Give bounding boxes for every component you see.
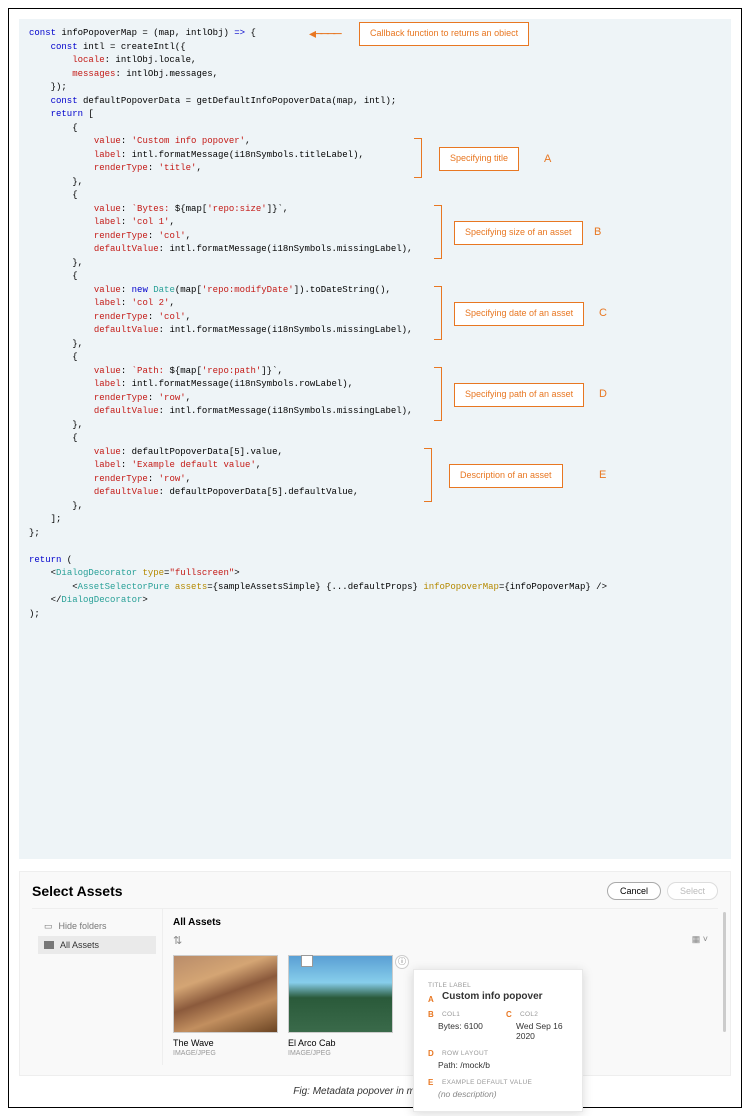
checkbox-icon[interactable] — [301, 955, 313, 967]
code-block: const infoPopoverMap = (map, intlObj) =>… — [19, 19, 731, 859]
figure-caption: Fig: Metadata popover in modal view — [19, 1086, 731, 1097]
asset-name: El Arco Cab — [288, 1038, 393, 1048]
letter-b: B — [594, 224, 601, 241]
letter-d: D — [599, 386, 607, 403]
asset-card[interactable]: El Arco Cab IMAGE/JPEG — [288, 955, 393, 1057]
folder-icon — [44, 941, 54, 949]
document-frame: const infoPopoverMap = (map, intlObj) =>… — [8, 8, 742, 1108]
modal-title: Select Assets — [32, 883, 123, 899]
sidebar-item-all-assets[interactable]: All Assets — [38, 936, 156, 954]
annotation-d: Specifying path of an asset — [454, 383, 584, 407]
info-icon[interactable]: ⓘ — [395, 955, 409, 969]
popover-row-value: Path: /mock/b — [438, 1060, 568, 1070]
popover-example-value: (no description) — [438, 1089, 568, 1099]
annotation-callback: Callback function to returns an obiect — [359, 22, 529, 46]
popover-col1-value: Bytes: 6100 — [438, 1021, 490, 1031]
annotation-c: Specifying date of an asset — [454, 302, 584, 326]
main-panel: All Assets ⇅ ▦ ˅ The Wave IMAGE/JPEG El … — [162, 909, 718, 1065]
rail-icon: ▭ — [44, 921, 53, 932]
popover-col1-label: COL1 — [442, 1011, 460, 1018]
scrollbar[interactable] — [723, 912, 726, 1032]
view-toggle-icon[interactable]: ▦ ˅ — [692, 934, 708, 947]
arrow-icon: ◂──── — [309, 25, 340, 46]
asset-type: IMAGE/JPEG — [288, 1050, 393, 1057]
popover-title: Custom info popover — [442, 991, 543, 1002]
select-button[interactable]: Select — [667, 882, 718, 900]
popover-title-label: TITLE LABEL — [428, 982, 568, 989]
asset-name: The Wave — [173, 1038, 278, 1048]
letter-a: A — [544, 151, 551, 168]
bracket-d — [434, 367, 442, 421]
asset-card[interactable]: The Wave IMAGE/JPEG — [173, 955, 278, 1057]
asset-thumbnail — [173, 955, 278, 1033]
sidebar: ▭Hide folders All Assets — [32, 909, 162, 1065]
bracket-c — [434, 286, 442, 340]
breadcrumb: All Assets — [173, 917, 708, 928]
bracket-b — [434, 205, 442, 259]
popover-row-label: ROW LAYOUT — [442, 1050, 488, 1057]
sort-icon[interactable]: ⇅ — [173, 934, 182, 947]
popover-col2-value: Wed Sep 16 2020 — [516, 1021, 568, 1041]
asset-selector-modal: Select Assets Cancel Select ▭Hide folder… — [19, 871, 731, 1076]
popover-col2-label: COL2 — [520, 1011, 538, 1018]
marker-b: B — [428, 1010, 438, 1019]
letter-e: E — [599, 467, 606, 484]
annotation-e: Description of an asset — [449, 464, 563, 488]
hide-folders-toggle[interactable]: ▭Hide folders — [38, 917, 156, 936]
letter-c: C — [599, 305, 607, 322]
cancel-button[interactable]: Cancel — [607, 882, 661, 900]
bracket-e — [424, 448, 432, 502]
info-popover: TITLE LABEL A Custom info popover B COL1 B… — [413, 969, 583, 1112]
annotation-b: Specifying size of an asset — [454, 221, 583, 245]
marker-c: C — [506, 1010, 516, 1019]
popover-example-label: EXAMPLE DEFAULT VALUE — [442, 1079, 532, 1086]
bracket-a — [414, 138, 422, 178]
annotation-a: Specifying title — [439, 147, 519, 171]
marker-e: E — [428, 1078, 438, 1087]
marker-d: D — [428, 1049, 438, 1058]
asset-type: IMAGE/JPEG — [173, 1050, 278, 1057]
marker-a: A — [428, 995, 438, 1004]
